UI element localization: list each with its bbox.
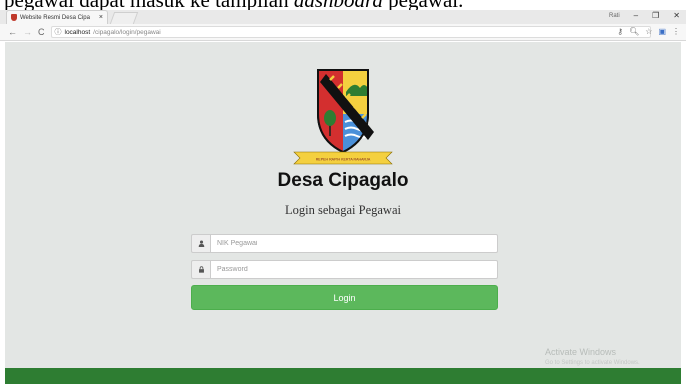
url-path: /cipagalo/login/pegawai (93, 28, 161, 36)
password-field (191, 260, 498, 279)
site-title: Desa Cipagalo (277, 170, 409, 191)
watermark-subtitle: Go to Settings to activate Windows. (545, 360, 640, 366)
user-icon (191, 234, 210, 253)
watermark-title: Activate Windows (545, 347, 617, 357)
window-controls: Rati – ❐ ✕ (609, 11, 680, 20)
menu-icon[interactable]: ⋮ (672, 27, 680, 36)
login-subtitle: Login sebagai Pegawai (285, 203, 401, 217)
maximize-icon[interactable]: ❐ (652, 11, 659, 20)
browser-toolbar: ← → C ⓘ localhost/cipagalo/login/pegawai… (0, 24, 686, 41)
new-tab-button[interactable] (109, 12, 139, 24)
favicon-icon (11, 14, 17, 21)
tab-title: Website Resmi Desa Cipa (20, 14, 90, 21)
browser-tab[interactable]: Website Resmi Desa Cipa × (6, 10, 108, 24)
toolbar-right: ⚷ 🔍︎ ☆ ▣ ⋮ (617, 27, 680, 36)
village-emblem-logo: REPEH RAPIH KERTA RAHARJA (293, 69, 393, 165)
tab-close-icon[interactable]: × (99, 14, 103, 21)
document-caption: pegawai dapat masuk ke tampilan dashboar… (4, 0, 464, 12)
extension-icon[interactable]: ▣ (658, 27, 666, 36)
back-icon[interactable]: ← (8, 27, 17, 37)
minimize-icon[interactable]: – (634, 11, 638, 20)
star-icon[interactable]: ☆ (645, 27, 652, 36)
lock-icon (191, 260, 210, 279)
nik-input[interactable] (210, 234, 498, 253)
login-page: REPEH RAPIH KERTA RAHARJA Desa Cipagalo … (5, 42, 681, 368)
login-button[interactable]: Login (191, 285, 498, 310)
page-footer-bar (5, 368, 681, 384)
key-icon[interactable]: ⚷ (617, 27, 623, 36)
close-window-icon[interactable]: ✕ (673, 11, 680, 20)
password-input[interactable] (210, 260, 498, 279)
zoom-icon[interactable]: 🔍︎ (629, 27, 639, 36)
activate-windows-watermark: Activate Windows Go to Settings to activ… (545, 347, 640, 366)
nik-field (191, 234, 498, 253)
forward-icon[interactable]: → (23, 27, 32, 37)
address-bar[interactable]: ⓘ localhost/cipagalo/login/pegawai (50, 26, 651, 38)
browser-tabstrip: Website Resmi Desa Cipa × Rati – ❐ ✕ (0, 10, 686, 24)
url-host: localhost (64, 28, 91, 36)
info-icon: ⓘ (54, 29, 62, 36)
reload-icon[interactable]: C (38, 27, 45, 37)
profile-label[interactable]: Rati (609, 13, 620, 20)
emblem-motto: REPEH RAPIH KERTA RAHARJA (316, 158, 371, 162)
